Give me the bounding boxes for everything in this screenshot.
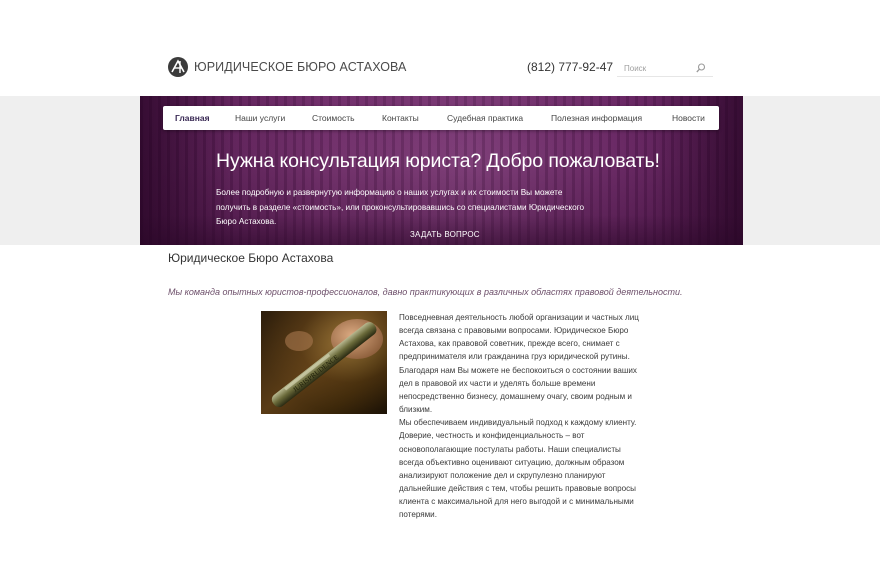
body-paragraph-1: Повседневная деятельность любой организа…	[399, 313, 639, 415]
nav-item-news[interactable]: Новости	[672, 106, 705, 130]
hero-title: Нужна консультация юриста? Добро пожалов…	[216, 150, 660, 172]
nav-item-useful-info[interactable]: Полезная информация	[551, 106, 642, 130]
search-input[interactable]	[617, 60, 695, 76]
body-paragraph-2: Мы обеспечиваем индивидуальный подход к …	[399, 418, 637, 520]
nav-item-home[interactable]: Главная	[175, 106, 210, 130]
body-text: Повседневная деятельность любой организа…	[399, 311, 639, 522]
nav-item-court-practice[interactable]: Судебная практика	[447, 106, 523, 130]
pen-photo: JURISPRUDENCE	[261, 311, 387, 414]
scales-logo-icon	[168, 57, 188, 77]
ask-question-button[interactable]: ЗАДАТЬ ВОПРОС	[410, 230, 480, 239]
nav-item-prices[interactable]: Стоимость	[312, 106, 355, 130]
pen-engraving: JURISPRUDENCE	[291, 353, 340, 394]
site-logo[interactable]: ЮРИДИЧЕСКОЕ БЮРО АСТАХОВА	[168, 56, 407, 78]
nav-item-contacts[interactable]: Контакты	[382, 106, 419, 130]
logo-text: ЮРИДИЧЕСКОЕ БЮРО АСТАХОВА	[194, 60, 407, 74]
hero-banner: Главная Наши услуги Стоимость Контакты С…	[140, 96, 743, 245]
main-nav: Главная Наши услуги Стоимость Контакты С…	[163, 106, 719, 130]
phone-number: (812) 777-92-47	[527, 60, 614, 74]
tagline: Мы команда опытных юристов-профессионало…	[168, 287, 683, 297]
search-box	[617, 60, 713, 77]
nav-item-services[interactable]: Наши услуги	[235, 106, 285, 130]
hero-text: Более подробную и развернутую информацию…	[216, 188, 585, 226]
page-title: Юридическое Бюро Астахова	[168, 251, 334, 265]
pen-illustration: JURISPRUDENCE	[271, 319, 383, 408]
search-icon[interactable]	[695, 62, 707, 74]
